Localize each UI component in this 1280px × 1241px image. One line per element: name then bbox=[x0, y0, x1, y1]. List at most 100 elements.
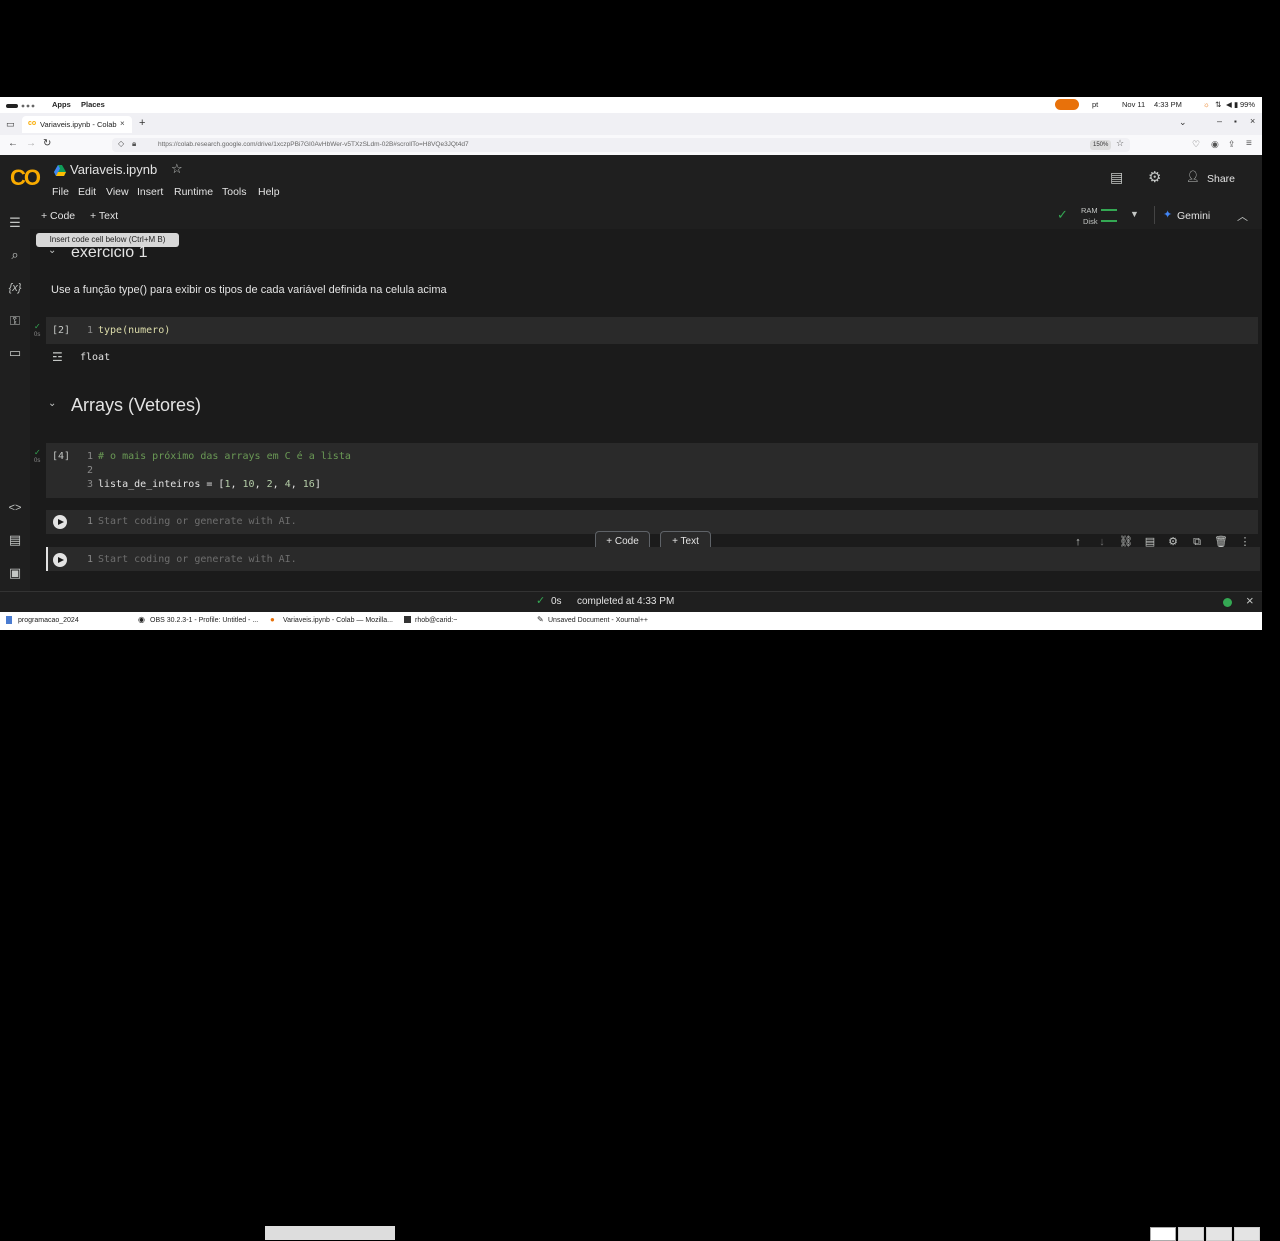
google-drive-icon bbox=[54, 163, 66, 181]
battery-level: 99% bbox=[1240, 100, 1256, 109]
workspace-4[interactable] bbox=[1234, 1227, 1260, 1241]
table-of-contents-icon[interactable]: ☰ bbox=[6, 214, 24, 232]
run-cell-button[interactable] bbox=[53, 553, 67, 567]
forward-arrow-icon[interactable]: → bbox=[26, 138, 36, 149]
cell-success-check-icon: ✓ bbox=[34, 322, 41, 331]
code-snippets-icon[interactable]: <> bbox=[6, 499, 24, 517]
tab-overflow-chevron-icon[interactable]: ⌄ bbox=[1179, 117, 1187, 128]
cell-placeholder[interactable]: Start coding or generate with AI. bbox=[98, 516, 297, 527]
taskbar-item-active[interactable]: Variaveis.ipynb - Colab — Mozilla... bbox=[283, 617, 393, 624]
menu-runtime[interactable]: Runtime bbox=[174, 186, 213, 198]
clock-time[interactable]: 4:33 PM bbox=[1154, 100, 1182, 109]
menu-help[interactable]: Help bbox=[258, 186, 280, 198]
code-cell-type[interactable] bbox=[46, 317, 1258, 344]
workspace-1[interactable] bbox=[1150, 1227, 1176, 1241]
new-tab-button[interactable]: + bbox=[139, 117, 145, 129]
os-top-bar: Apps Places pt Nov 11 4:33 PM ☼ ⇅ ◀ ▮ 99… bbox=[0, 97, 1262, 113]
taskbar-active-highlight bbox=[265, 1226, 395, 1240]
close-status-icon[interactable]: × bbox=[1246, 593, 1254, 608]
runtime-dropdown-icon[interactable]: ▼ bbox=[1130, 209, 1139, 219]
menu-file[interactable]: File bbox=[52, 186, 69, 198]
section-heading-arrays: Arrays (Vetores) bbox=[71, 395, 202, 415]
cell-placeholder[interactable]: Start coding or generate with AI. bbox=[98, 554, 297, 565]
browser-tab-active[interactable]: co Variaveis.ipynb - Colab × bbox=[22, 116, 132, 133]
add-code-cell-button[interactable]: + Code bbox=[41, 210, 75, 222]
workspace-3[interactable] bbox=[1206, 1227, 1232, 1241]
collapse-header-chevron-icon[interactable]: ︿ bbox=[1237, 208, 1248, 224]
add-text-cell-button[interactable]: + Text bbox=[90, 210, 118, 222]
secrets-key-icon[interactable]: ⚿ bbox=[6, 312, 24, 330]
notebook-toolbar: + Code + Text ✓ RAM Disk ▼ ✦ Gemini ︿ bbox=[0, 203, 1262, 230]
search-icon[interactable]: ⌕ bbox=[6, 246, 24, 264]
star-icon[interactable]: ☆ bbox=[171, 161, 183, 177]
output-toggle-icon[interactable]: ☲ bbox=[52, 350, 63, 364]
bookmark-star-icon[interactable]: ☆ bbox=[1116, 138, 1124, 149]
cell-exec-count: [2] bbox=[52, 325, 71, 336]
apps-menu[interactable]: Apps bbox=[52, 100, 71, 109]
run-cell-button[interactable] bbox=[53, 515, 67, 529]
taskbar-item[interactable]: OBS 30.2.3-1 - Profile: Untitled - ... bbox=[150, 617, 258, 624]
share-button[interactable]: Share bbox=[1207, 173, 1235, 185]
menu-edit[interactable]: Edit bbox=[78, 186, 96, 198]
collapse-arrays-chevron-icon[interactable]: ⌄ bbox=[48, 398, 56, 409]
url-text: https://colab.research.google.com/drive/… bbox=[158, 141, 469, 148]
taskbar-item[interactable]: Unsaved Document - Xournal++ bbox=[548, 617, 648, 624]
line-number: 3 bbox=[87, 479, 94, 490]
notebook-title[interactable]: Variaveis.ipynb bbox=[70, 162, 157, 177]
code-line-list[interactable]: lista_de_inteiros = [1, 10, 2, 4, 16] bbox=[98, 479, 321, 490]
menu-view[interactable]: View bbox=[106, 186, 129, 198]
ram-label[interactable]: RAM bbox=[1081, 206, 1098, 215]
line-number: 1 bbox=[87, 554, 94, 565]
account-icon[interactable]: ◉ bbox=[1211, 139, 1219, 150]
reload-icon[interactable]: ↻ bbox=[43, 138, 51, 149]
terminal-icon[interactable]: ▣ bbox=[6, 564, 24, 582]
code-line[interactable]: type(numero) bbox=[98, 325, 170, 336]
places-menu[interactable]: Places bbox=[81, 100, 105, 109]
comments-icon[interactable]: ▤ bbox=[1110, 169, 1123, 186]
menu-tools[interactable]: Tools bbox=[222, 186, 247, 198]
maximize-window-icon[interactable]: ▪ bbox=[1234, 117, 1237, 126]
tab-close-icon[interactable]: × bbox=[120, 119, 125, 128]
list-value: 4 bbox=[284, 479, 291, 490]
status-bar: ✓ 0s completed at 4:33 PM × bbox=[0, 591, 1262, 612]
list-value: 2 bbox=[266, 479, 273, 490]
gemini-button[interactable]: Gemini bbox=[1177, 210, 1210, 222]
command-palette-icon[interactable]: ▤ bbox=[6, 531, 24, 549]
disk-label[interactable]: Disk bbox=[1083, 217, 1098, 226]
browser-menu-icon[interactable]: ≡ bbox=[1246, 138, 1252, 149]
line-number: 1 bbox=[87, 325, 94, 336]
variables-icon[interactable]: {x} bbox=[6, 279, 24, 297]
activities-icon[interactable] bbox=[6, 102, 35, 108]
back-arrow-icon[interactable]: ← bbox=[8, 138, 18, 149]
zoom-level-badge[interactable]: 150% bbox=[1090, 140, 1112, 150]
line-number: 1 bbox=[87, 516, 94, 527]
battery-icon: ▮ bbox=[1234, 100, 1239, 109]
list-value: 16 bbox=[302, 479, 315, 490]
taskbar-item[interactable]: rhob@carid:~ bbox=[415, 617, 457, 624]
tab-list-icon[interactable]: ▭ bbox=[6, 119, 15, 130]
extensions-icon[interactable]: ⇪ bbox=[1228, 139, 1236, 150]
menu-insert[interactable]: Insert bbox=[137, 186, 163, 198]
code-line-comment[interactable]: # o mais próximo das arrays em C é a lis… bbox=[98, 451, 351, 462]
runtime-status-dot bbox=[1223, 598, 1232, 607]
firefox-app-icon: ● bbox=[270, 615, 275, 624]
collapse-section-chevron-icon[interactable]: ⌄ bbox=[48, 245, 56, 256]
brightness-icon: ☼ bbox=[1203, 100, 1210, 109]
workspace-2[interactable] bbox=[1178, 1227, 1204, 1241]
code-text: lista_de_inteiros = [ bbox=[98, 479, 225, 490]
minimize-window-icon[interactable]: – bbox=[1217, 116, 1222, 126]
os-taskbar: programacao_2024 ◉ OBS 30.2.3-1 - Profil… bbox=[0, 612, 1262, 1241]
pocket-icon[interactable]: ♡ bbox=[1192, 139, 1200, 150]
taskbar-item[interactable]: programacao_2024 bbox=[18, 617, 79, 624]
colab-favicon-icon: co bbox=[28, 120, 37, 127]
files-folder-icon[interactable]: ▭ bbox=[6, 344, 24, 362]
settings-gear-icon[interactable]: ⚙ bbox=[1148, 168, 1161, 186]
url-bar[interactable]: ◇ 🔒︎ https://colab.research.google.com/d… bbox=[112, 138, 1130, 152]
status-exec-time: 0s bbox=[551, 596, 562, 607]
colab-logo[interactable]: CO bbox=[10, 165, 41, 191]
language-indicator[interactable]: pt bbox=[1092, 100, 1098, 109]
list-value: 10 bbox=[242, 479, 255, 490]
close-window-icon[interactable]: × bbox=[1250, 116, 1255, 126]
share-people-icon[interactable]: 👤︎ bbox=[1186, 170, 1200, 183]
clock-date[interactable]: Nov 11 bbox=[1122, 100, 1145, 109]
